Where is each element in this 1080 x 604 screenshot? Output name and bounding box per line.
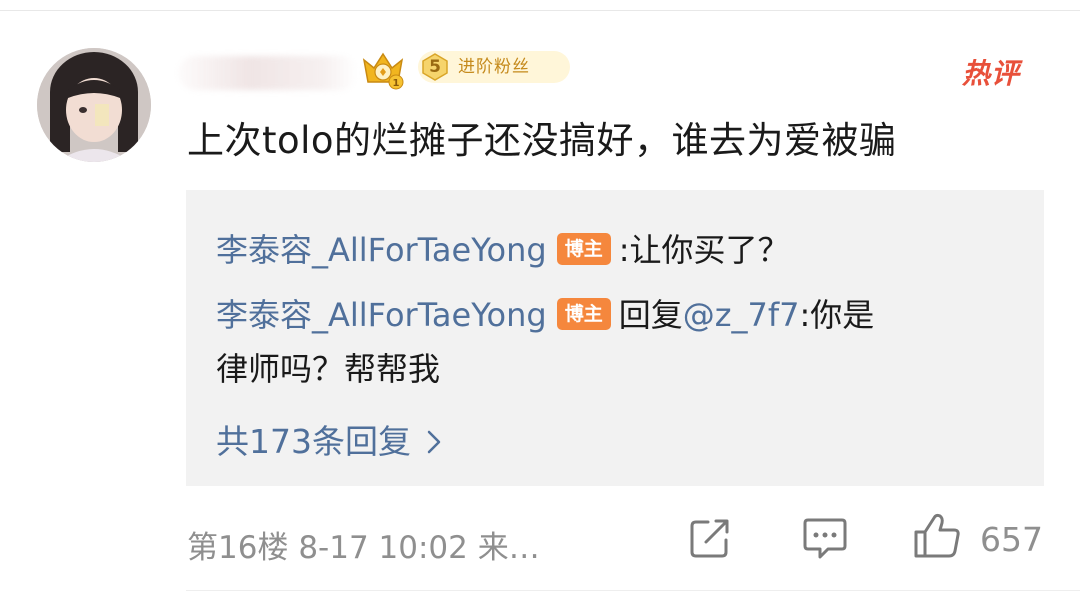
fan-level-badge[interactable]: 5 进阶粉丝 [418,51,570,83]
reply-separator: : [799,296,811,334]
reply-text: 让你买了？ [629,231,790,269]
share-icon[interactable] [688,516,732,560]
avatar-image [37,48,151,162]
view-all-replies-link[interactable]: 共173条回复 [216,415,443,463]
comment-meta: 第16楼 8-17 10:02 来… [187,522,540,567]
fan-level-label: 进阶粉丝 [458,57,530,77]
chevron-right-icon [425,427,443,460]
reply-username[interactable]: 李泰容_AllForTaeYong [216,296,547,334]
avatar[interactable] [37,48,151,162]
comment-time: 8-17 10:02 [298,530,468,566]
username-redacted[interactable] [178,56,358,90]
comment-text: 上次tolo的烂摊子还没搞好，谁去为爱被骗 [187,119,897,162]
reply-item: 李泰容_AllForTaeYong 博主 回复@z_7f7:你是 [216,290,874,336]
svg-text:1: 1 [393,78,400,89]
reply-count-label: 共173条回复 [216,422,411,461]
reply-prefix: 回复 [618,296,683,334]
fan-level-shield-icon: 5 [420,52,450,82]
reply-item: 李泰容_AllForTaeYong 博主:让你买了？ [216,225,790,271]
like-count: 657 [980,520,1043,559]
reply-text-continued: 律师吗？帮帮我 [216,350,441,388]
reply-mention-link[interactable]: @z_7f7 [683,296,800,334]
blogger-badge: 博主 [556,233,611,265]
thumbs-up-icon[interactable] [912,510,962,560]
bottom-divider [186,590,1080,591]
crown-badge-icon[interactable]: 1 [358,46,408,92]
top-divider [0,10,1080,11]
reply-separator: : [618,231,630,269]
reply-username[interactable]: 李泰容_AllForTaeYong [216,231,547,269]
fan-level-number: 5 [429,57,441,77]
reply-text: 你是 [810,296,875,334]
comment-source: 来… [477,530,540,566]
weibo-comment-card: 1 5 进阶粉丝 热评 上次tolo的烂摊子还没搞好，谁去为爱被骗 李泰容_Al… [0,0,1080,604]
reply-preview-box[interactable]: 李泰容_AllForTaeYong 博主:让你买了？ 李泰容_AllForTaeY… [186,190,1044,486]
floor-number: 第16楼 [187,530,289,566]
blogger-badge: 博主 [556,298,611,330]
comment-icon[interactable] [802,516,848,560]
hot-comment-tag: 热评 [962,57,1021,90]
